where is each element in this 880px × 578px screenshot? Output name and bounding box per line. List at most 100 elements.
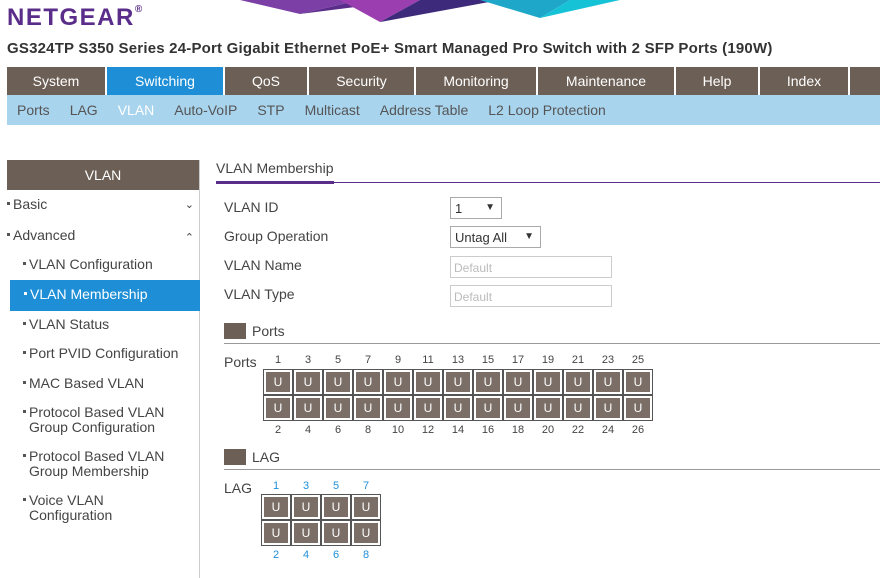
port-state: U — [416, 398, 440, 418]
port-25[interactable]: U — [623, 369, 653, 395]
port-15[interactable]: U — [473, 369, 503, 395]
sidebar-item-mac-based-vlan[interactable]: MAC Based VLAN — [23, 376, 144, 391]
port-13[interactable]: U — [443, 369, 473, 395]
port-number: 11 — [422, 354, 434, 366]
tab-security[interactable]: Security — [309, 67, 416, 95]
lag-number: 7 — [362, 480, 370, 492]
lag-7[interactable]: U — [351, 494, 381, 520]
lag-4[interactable]: U — [291, 520, 321, 546]
sidebar-group-advanced[interactable]: Advanced ⌃ — [7, 227, 200, 244]
section-tab-vlan-membership[interactable]: VLAN Membership — [216, 160, 334, 184]
port-number: 6 — [334, 424, 342, 436]
port-state: U — [626, 372, 650, 392]
port-6[interactable]: U — [323, 395, 353, 421]
group-operation-value: Untag All — [455, 230, 508, 245]
port-21[interactable]: U — [563, 369, 593, 395]
group-operation-select[interactable]: Untag All ▼ — [450, 226, 541, 248]
port-number: 24 — [601, 424, 615, 436]
port-14[interactable]: U — [443, 395, 473, 421]
sidebar-item-vlan-configuration[interactable]: VLAN Configuration — [23, 257, 153, 272]
port-state: U — [566, 372, 590, 392]
lag-number: 3 — [302, 480, 310, 492]
lag-5[interactable]: U — [321, 494, 351, 520]
subtab-stp[interactable]: STP — [247, 95, 294, 125]
port-26[interactable]: U — [623, 395, 653, 421]
tab-qos[interactable]: QoS — [225, 67, 309, 95]
tab-switching[interactable]: Switching — [107, 67, 225, 95]
port-20[interactable]: U — [533, 395, 563, 421]
port-22[interactable]: U — [563, 395, 593, 421]
lag-2[interactable]: U — [261, 520, 291, 546]
vlan-name-field[interactable]: Default — [450, 256, 612, 278]
port-10[interactable]: U — [383, 395, 413, 421]
port-state: U — [296, 398, 320, 418]
subtab-ports[interactable]: Ports — [7, 95, 60, 125]
subtab-l2-loop-protection[interactable]: L2 Loop Protection — [478, 95, 616, 125]
port-1[interactable]: U — [263, 369, 293, 395]
port-7[interactable]: U — [353, 369, 383, 395]
sidebar-item-protocol-vlan-group-membership[interactable]: Protocol Based VLAN Group Membership — [23, 449, 164, 479]
port-number: 13 — [451, 354, 465, 366]
subtab-multicast[interactable]: Multicast — [295, 95, 370, 125]
port-19[interactable]: U — [533, 369, 563, 395]
subtab-address-table[interactable]: Address Table — [370, 95, 478, 125]
sidebar-item-vlan-status[interactable]: VLAN Status — [23, 317, 109, 332]
port-3[interactable]: U — [293, 369, 323, 395]
chevron-up-icon: ⌃ — [184, 232, 194, 244]
lag-3[interactable]: U — [291, 494, 321, 520]
port-number: 5 — [334, 354, 342, 366]
port-24[interactable]: U — [593, 395, 623, 421]
bullet-icon — [23, 453, 26, 457]
lag-grid: UUUUUUUU — [261, 494, 381, 546]
main-nav: System Switching QoS Security Monitoring… — [7, 67, 880, 95]
netgear-logo: NETGEAR® — [7, 4, 143, 31]
ports-section-title: Ports — [252, 323, 285, 339]
port-state: U — [356, 372, 380, 392]
bullet-icon — [23, 497, 26, 501]
port-2[interactable]: U — [263, 395, 293, 421]
ports-section-divider — [224, 343, 880, 344]
port-11[interactable]: U — [413, 369, 443, 395]
lag-number: 2 — [272, 549, 280, 561]
tab-help[interactable]: Help — [676, 67, 760, 95]
tab-system[interactable]: System — [7, 67, 107, 95]
subtab-vlan[interactable]: VLAN — [108, 95, 165, 125]
subtab-auto-voip[interactable]: Auto-VoIP — [164, 95, 247, 125]
sidebar-group-label: Basic — [13, 196, 48, 212]
port-12[interactable]: U — [413, 395, 443, 421]
header-banner-graphic — [240, 0, 880, 22]
vlan-id-label: VLAN ID — [224, 199, 279, 215]
port-17[interactable]: U — [503, 369, 533, 395]
sidebar-item-voice-vlan-configuration[interactable]: Voice VLAN Configuration — [23, 493, 112, 523]
port-number: 16 — [481, 424, 495, 436]
sidebar-item-protocol-vlan-group-configuration[interactable]: Protocol Based VLAN Group Configuration — [23, 405, 164, 435]
subtab-lag[interactable]: LAG — [60, 95, 108, 125]
port-number: 22 — [571, 424, 585, 436]
sidebar-group-label: Advanced — [13, 227, 76, 243]
tab-monitoring[interactable]: Monitoring — [416, 67, 538, 95]
vlan-id-select[interactable]: 1 ▼ — [450, 197, 502, 219]
port-23[interactable]: U — [593, 369, 623, 395]
lag-1[interactable]: U — [261, 494, 291, 520]
sidebar-item-label: Protocol Based VLAN — [29, 448, 165, 464]
port-8[interactable]: U — [353, 395, 383, 421]
port-number: 9 — [394, 354, 402, 366]
lag-row-label: LAG — [224, 480, 253, 496]
tab-maintenance[interactable]: Maintenance — [538, 67, 676, 95]
port-5[interactable]: U — [323, 369, 353, 395]
port-4[interactable]: U — [293, 395, 323, 421]
lag-8[interactable]: U — [351, 520, 381, 546]
port-number: 20 — [541, 424, 555, 436]
sidebar-group-basic[interactable]: Basic ⌄ — [7, 196, 200, 212]
vlan-type-field[interactable]: Default — [450, 285, 612, 307]
tab-index[interactable]: Index — [760, 67, 850, 95]
port-18[interactable]: U — [503, 395, 533, 421]
port-number: 12 — [421, 424, 435, 436]
sidebar-item-label: Protocol Based VLAN — [29, 404, 165, 420]
sidebar-item-port-pvid-configuration[interactable]: Port PVID Configuration — [23, 346, 178, 361]
port-16[interactable]: U — [473, 395, 503, 421]
port-9[interactable]: U — [383, 369, 413, 395]
port-state: U — [296, 372, 320, 392]
lag-6[interactable]: U — [321, 520, 351, 546]
sidebar-item-vlan-membership[interactable]: VLAN Membership — [10, 280, 200, 311]
